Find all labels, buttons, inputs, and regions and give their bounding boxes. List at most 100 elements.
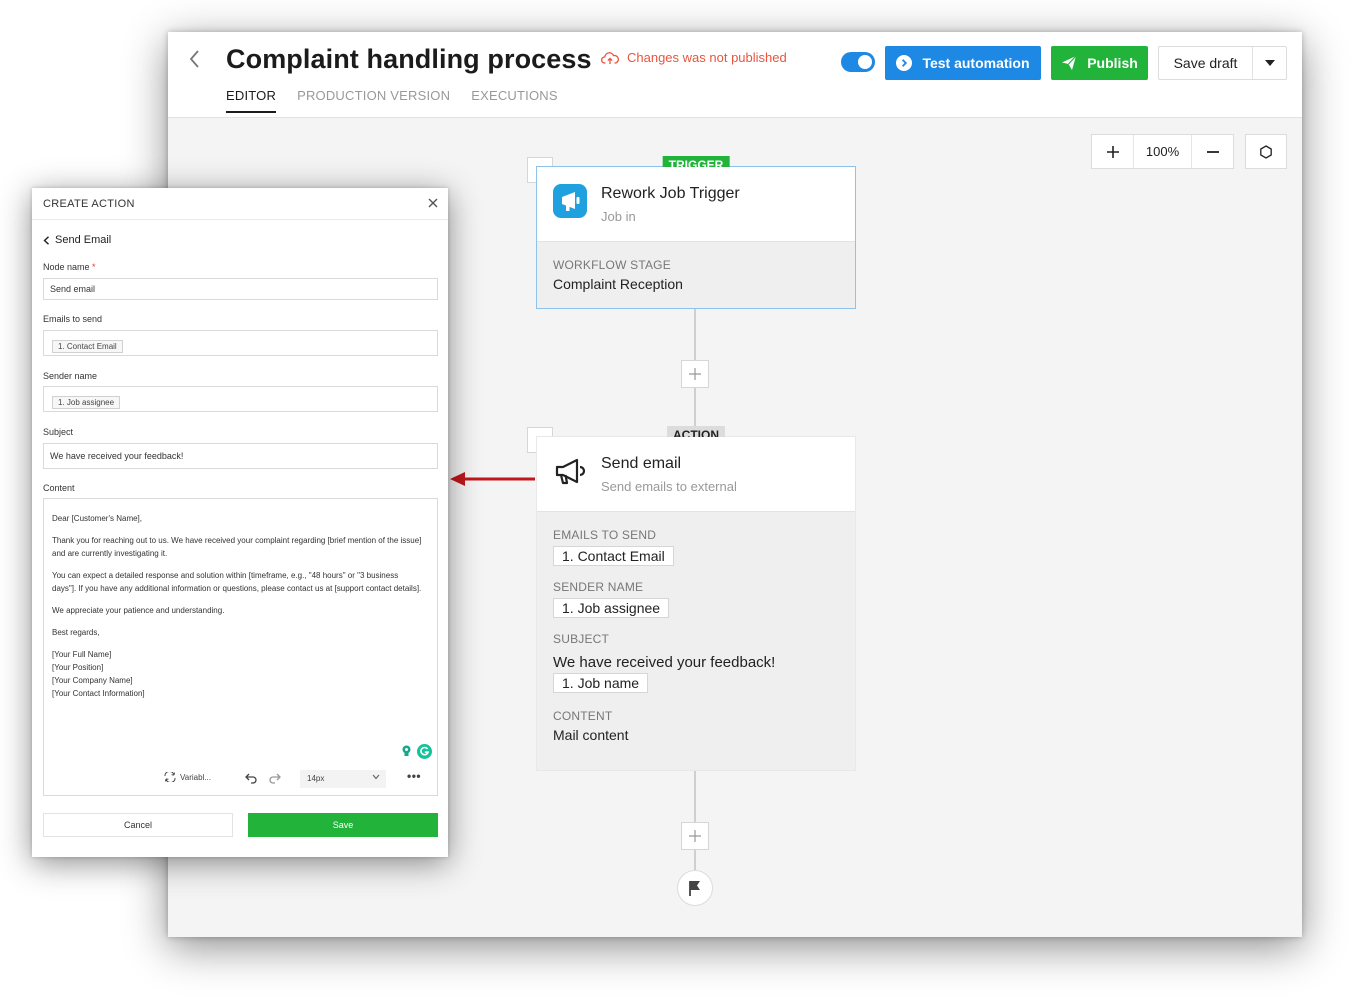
zoom-controls: 100% [1091, 134, 1234, 169]
panel-header: CREATE ACTION [32, 188, 448, 220]
play-circle-icon [896, 55, 913, 71]
tab-editor[interactable]: EDITOR [226, 88, 277, 113]
red-arrow-icon [450, 472, 535, 486]
email-greeting: Dear [Customer's Name], [52, 514, 142, 523]
email-signature-line: [Your Position] [52, 663, 104, 672]
chevron-left-icon [43, 235, 49, 245]
automation-toggle[interactable] [841, 52, 875, 72]
subject-chip: 1. Job name [553, 673, 649, 693]
editor-tabs: EDITOR PRODUCTION VERSION EXECUTIONS [226, 88, 558, 113]
email-signature-line: [Your Contact Information] [52, 689, 145, 698]
send-icon [1062, 55, 1077, 70]
publish-button[interactable]: Publish [1051, 46, 1148, 80]
add-step-button[interactable] [681, 822, 709, 850]
save-button[interactable]: Save [248, 813, 438, 837]
content-label: Content [43, 483, 75, 493]
extension-icons [399, 744, 432, 759]
flag-icon [689, 881, 700, 896]
minus-icon [1206, 150, 1219, 153]
tab-executions[interactable]: EXECUTIONS [471, 88, 558, 113]
editor-toolbar: Variabl... 14px ••• [44, 769, 437, 791]
grammarly-icon[interactable] [417, 744, 432, 759]
megaphone-icon [555, 458, 586, 485]
font-size-value: 14px [307, 774, 325, 783]
unpublished-warning: Changes was not published [601, 50, 787, 65]
trigger-subtitle: Job in [601, 209, 636, 224]
plus-icon [689, 830, 701, 842]
chevron-down-icon [372, 774, 380, 780]
page-title: Complaint handling process [226, 44, 592, 74]
subject-input[interactable]: We have received your feedback! [43, 443, 438, 469]
save-draft-split-button: Save draft [1158, 46, 1287, 80]
content-editor[interactable]: Dear [Customer's Name], Thank you for re… [43, 498, 438, 796]
back-button[interactable] [188, 48, 208, 72]
send-email-back-label: Send Email [55, 234, 112, 246]
send-email-back-link[interactable]: Send Email [43, 234, 111, 246]
zoom-level: 100% [1133, 135, 1192, 168]
variables-button[interactable]: Variabl... [164, 772, 211, 782]
font-size-select[interactable]: 14px [300, 770, 386, 788]
plus-icon [689, 368, 701, 380]
tab-production-version[interactable]: PRODUCTION VERSION [297, 88, 450, 113]
variables-icon [164, 772, 176, 782]
sender-name-chip: 1. Job assignee [553, 598, 670, 618]
node-name-input[interactable]: Send email [43, 278, 438, 300]
cloud-upload-icon [601, 51, 619, 64]
test-automation-label: Test automation [922, 55, 1030, 71]
action-subtitle: Send emails to external [601, 479, 737, 494]
node-name-label: Node name * [43, 262, 96, 272]
fit-view-button[interactable] [1245, 134, 1287, 169]
email-signature-line: [Your Company Name] [52, 676, 133, 685]
email-closing: Best regards, [52, 628, 100, 637]
chevron-left-icon [189, 50, 199, 68]
panel-title: CREATE ACTION [43, 198, 135, 210]
email-signature-line: [Your Full Name] [52, 650, 112, 659]
save-draft-dropdown[interactable] [1253, 47, 1286, 79]
end-node[interactable] [677, 870, 713, 906]
hexagon-icon [1260, 144, 1272, 159]
zoom-in-button[interactable] [1092, 135, 1133, 168]
workflow-stage-value: Complaint Reception [553, 276, 683, 292]
action-node[interactable]: ACTION Send email Send emails to externa… [536, 426, 856, 771]
emails-to-send-label: Emails to send [43, 314, 103, 324]
subject-label: Subject [43, 427, 74, 437]
variables-label: Variabl... [180, 772, 211, 782]
close-icon[interactable] [426, 196, 440, 210]
trigger-node[interactable]: TRIGGER Rework Job Trigger Job in WORKFL… [536, 156, 856, 309]
trigger-title: Rework Job Trigger [601, 185, 740, 202]
email-paragraph: We appreciate your patience and understa… [52, 606, 225, 615]
plus-icon [1106, 145, 1119, 158]
add-step-button[interactable] [681, 360, 709, 388]
contact-email-chip: 1. Contact Email [52, 340, 123, 353]
sender-name-field[interactable]: 1. Job assignee [43, 386, 438, 412]
redo-icon[interactable] [268, 771, 282, 785]
cancel-button[interactable]: Cancel [43, 813, 233, 837]
subject-label: SUBJECT [553, 632, 610, 646]
megaphone-app-icon [553, 184, 587, 218]
sender-name-label: Sender name [43, 371, 98, 381]
email-body: Dear [Customer's Name], Thank you for re… [52, 512, 422, 700]
save-draft-button[interactable]: Save draft [1159, 47, 1253, 79]
connector-line [694, 850, 696, 870]
required-asterisk: * [92, 262, 96, 272]
unpublished-warning-text: Changes was not published [627, 50, 787, 65]
sender-name-label: SENDER NAME [553, 580, 644, 594]
more-options-button[interactable]: ••• [407, 769, 421, 783]
email-paragraph: You can expect a detailed response and s… [52, 571, 422, 593]
connector-line [694, 770, 696, 822]
connector-line [694, 308, 696, 360]
lightbulb-extension-icon[interactable] [399, 744, 414, 759]
emails-to-send-field[interactable]: 1. Contact Email [43, 330, 438, 356]
editor-header: Complaint handling process Changes was n… [168, 32, 1302, 118]
create-action-panel: CREATE ACTION Send Email Node name * Sen… [32, 188, 448, 857]
caret-down-icon [1264, 60, 1275, 66]
content-value: Mail content [553, 727, 629, 743]
job-assignee-chip: 1. Job assignee [52, 396, 121, 409]
test-automation-button[interactable]: Test automation [885, 46, 1041, 80]
emails-to-send-label: EMAILS TO SEND [553, 528, 657, 542]
action-title: Send email [601, 455, 682, 472]
content-label: CONTENT [553, 709, 613, 723]
emails-to-send-chip: 1. Contact Email [553, 546, 674, 566]
zoom-out-button[interactable] [1192, 135, 1233, 168]
undo-icon[interactable] [244, 771, 258, 785]
